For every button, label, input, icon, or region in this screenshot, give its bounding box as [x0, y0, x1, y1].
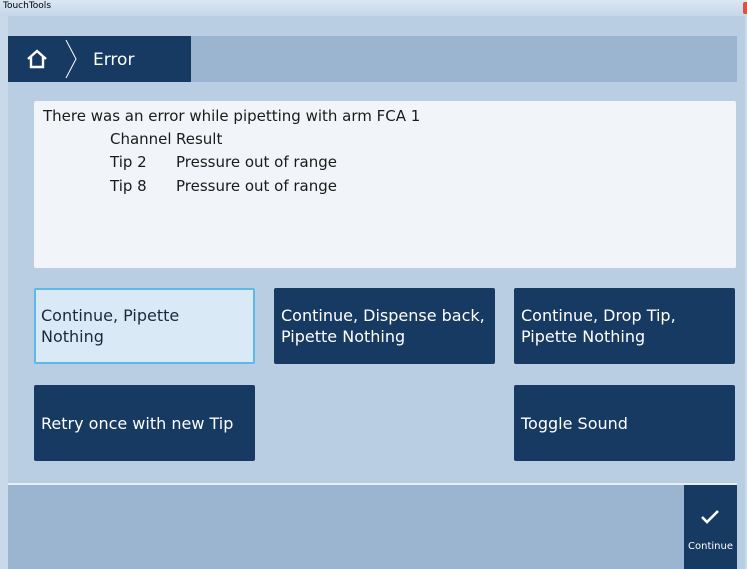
footer-bar: [8, 483, 737, 569]
window-title: TouchTools: [3, 1, 52, 11]
error-intro-text: There was an error while pipetting with …: [43, 107, 421, 125]
close-icon[interactable]: [743, 2, 747, 14]
row-result: Pressure out of range: [176, 153, 337, 171]
retry-new-tip-button[interactable]: Retry once with new Tip: [34, 385, 255, 461]
home-button[interactable]: [8, 36, 64, 82]
continue-pipette-nothing-button[interactable]: Continue, Pipette Nothing: [34, 288, 255, 364]
continue-dispense-back-button[interactable]: Continue, Dispense back, Pipette Nothing: [274, 288, 495, 364]
checkmark-icon: [701, 510, 719, 524]
breadcrumb-separator-icon: [65, 39, 77, 79]
breadcrumb-label: Error: [93, 50, 135, 70]
column-header-result: Result: [176, 130, 223, 148]
column-header-channel: Channel: [110, 130, 172, 148]
home-icon: [27, 49, 47, 69]
row-channel: Tip 2: [110, 153, 147, 171]
row-channel: Tip 8: [110, 177, 147, 195]
continue-label: Continue: [688, 541, 733, 552]
continue-drop-tip-button[interactable]: Continue, Drop Tip, Pipette Nothing: [514, 288, 735, 364]
title-bar: TouchTools: [0, 0, 747, 16]
row-result: Pressure out of range: [176, 177, 337, 195]
continue-button[interactable]: Continue: [684, 485, 737, 569]
toggle-sound-button[interactable]: Toggle Sound: [514, 385, 735, 461]
